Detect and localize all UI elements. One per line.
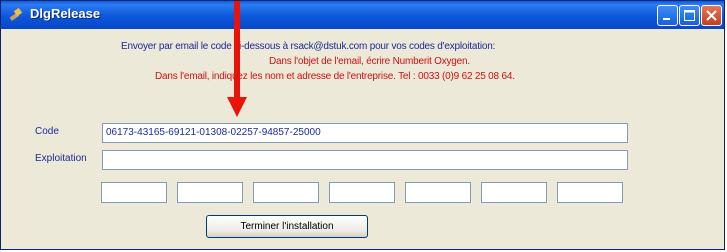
exploitation-label: Exploitation <box>35 153 87 164</box>
close-icon <box>706 10 717 21</box>
code-cell-6[interactable] <box>481 182 547 203</box>
title-bar[interactable]: DlgRelease <box>1 1 724 29</box>
dialog-window: DlgRelease Envoyer par email le code ci-… <box>0 0 725 250</box>
code-cell-4[interactable] <box>329 182 395 203</box>
code-cell-3[interactable] <box>253 182 319 203</box>
code-field[interactable]: 06173-43165-69121-01308-02257-94857-2500… <box>102 123 628 143</box>
maximize-icon <box>684 10 695 21</box>
app-icon <box>9 7 23 21</box>
finish-install-button[interactable]: Terminer l'installation <box>206 215 368 238</box>
code-cell-7[interactable] <box>557 182 623 203</box>
code-cell-1[interactable] <box>101 182 167 203</box>
maximize-button[interactable] <box>679 5 700 26</box>
instruction-line-2: Dans l'objet de l'email, écrire Numberit… <box>269 56 470 67</box>
exploitation-field[interactable] <box>102 150 628 170</box>
code-cell-2[interactable] <box>177 182 243 203</box>
window-title: DlgRelease <box>30 6 101 21</box>
code-cell-5[interactable] <box>405 182 471 203</box>
code-label: Code <box>35 126 59 137</box>
dialog-content: Envoyer par email le code ci-dessous à r… <box>1 29 724 249</box>
minimize-button[interactable] <box>657 5 678 26</box>
instruction-line-1: Envoyer par email le code ci-dessous à r… <box>121 41 496 52</box>
red-arrow-icon <box>227 1 247 117</box>
close-button[interactable] <box>701 5 722 26</box>
minimize-icon <box>663 18 670 20</box>
